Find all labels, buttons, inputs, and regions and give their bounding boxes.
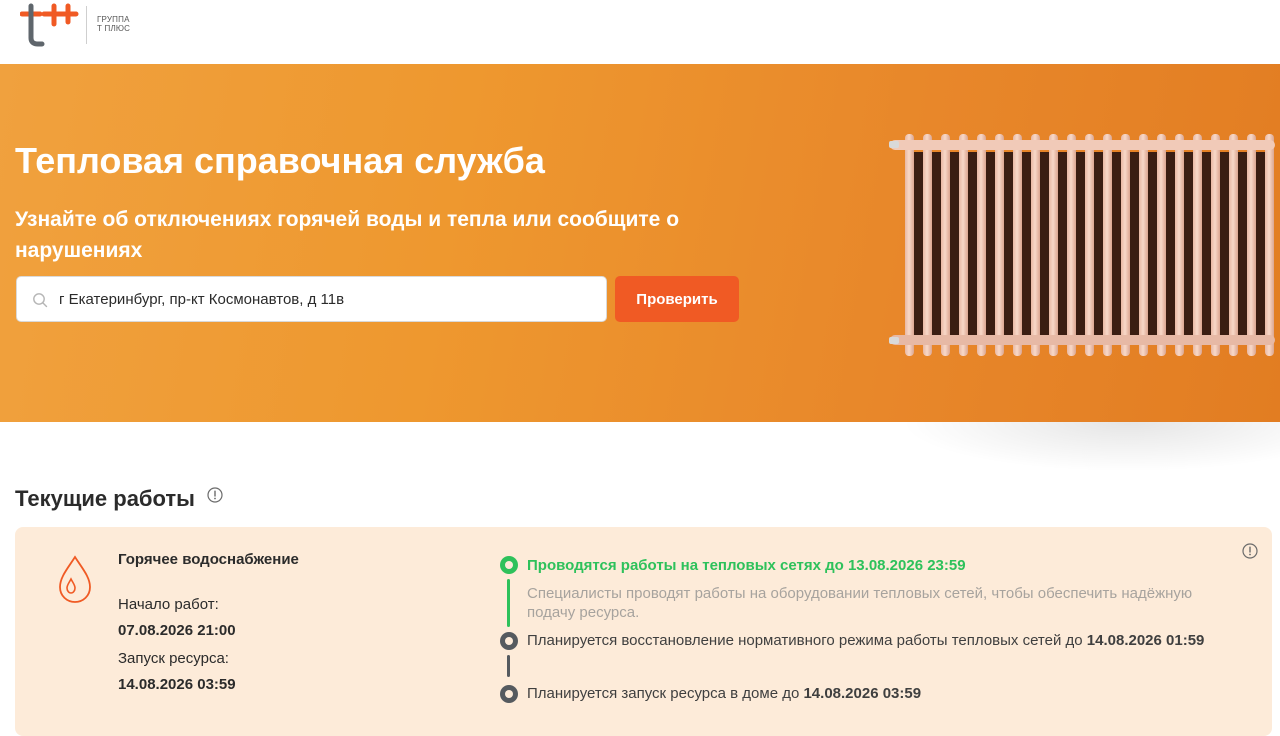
step-1-text: Проводятся работы на тепловых сетях до — [527, 557, 848, 574]
t-plus-logo-icon[interactable] — [20, 2, 80, 48]
service-title: Горячее водоснабжение — [118, 551, 299, 568]
logo-line-2: Т ПЛЮС — [97, 24, 131, 33]
current-work-card: Горячее водоснабжение Начало работ: 07.0… — [15, 527, 1272, 736]
step-2-date: 14.08.2026 01:59 — [1086, 632, 1205, 649]
timeline-step-2: Планируется восстановление нормативного … — [527, 632, 1247, 650]
start-value: 07.08.2026 21:00 — [118, 622, 236, 639]
timeline-step-1: Проводятся работы на тепловых сетях до 1… — [527, 557, 1227, 575]
step-1-description: Специалисты проводят работы на оборудова… — [527, 585, 1193, 621]
timeline-dot-planned-2 — [500, 685, 518, 703]
launch-value: 14.08.2026 03:59 — [118, 676, 236, 693]
timeline-dot-planned-1 — [500, 632, 518, 650]
water-drop-icon — [59, 555, 91, 603]
info-icon[interactable] — [207, 487, 223, 503]
step-1-date: 13.08.2026 23:59 — [847, 557, 966, 574]
check-button[interactable]: Проверить — [615, 276, 739, 322]
step-2-text: Планируется восстановление нормативного … — [527, 632, 1087, 649]
address-search-box[interactable] — [16, 276, 607, 322]
timeline-line-active — [507, 579, 510, 627]
timeline-line-planned — [507, 655, 510, 677]
hero-shadow — [900, 422, 1280, 472]
site-header: ГРУППА Т ПЛЮС — [0, 0, 1280, 64]
timeline-dot-active — [500, 556, 518, 574]
hero-subtitle: Узнайте об отключениях горячей воды и те… — [15, 208, 680, 262]
section-title: Текущие работы — [15, 486, 223, 512]
card-info-icon[interactable] — [1242, 543, 1258, 559]
start-label: Начало работ: — [118, 596, 219, 613]
logo-text: ГРУППА Т ПЛЮС — [97, 15, 130, 33]
hero-title: Тепловая справочная служба — [15, 140, 545, 181]
section-title-text: Текущие работы — [15, 486, 195, 511]
logo-divider — [86, 6, 87, 44]
launch-label: Запуск ресурса: — [118, 650, 229, 667]
search-icon — [33, 293, 48, 308]
timeline-step-3: Планируется запуск ресурса в доме до 14.… — [527, 685, 1247, 703]
step-3-date: 14.08.2026 03:59 — [803, 685, 922, 702]
logo-line-1: ГРУППА — [97, 15, 130, 24]
hero-banner: Тепловая справочная служба Узнайте об от… — [0, 64, 1280, 422]
radiator-illustration — [889, 134, 1275, 356]
step-3-text: Планируется запуск ресурса в доме до — [527, 685, 804, 702]
address-search-input[interactable] — [59, 277, 599, 321]
